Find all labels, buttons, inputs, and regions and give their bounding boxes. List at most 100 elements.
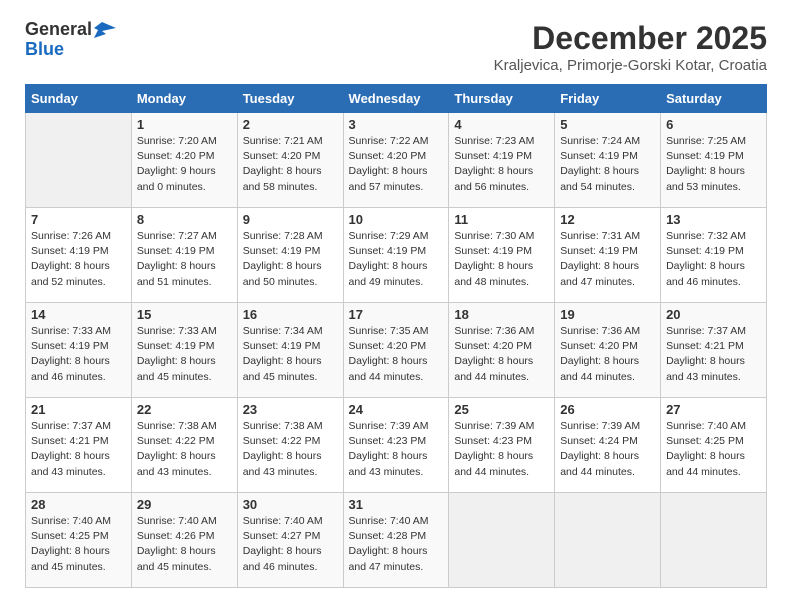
day-number: 13 [666,212,761,227]
day-number: 12 [560,212,655,227]
day-number: 20 [666,307,761,322]
calendar-cell: 18Sunrise: 7:36 AMSunset: 4:20 PMDayligh… [449,303,555,398]
day-number: 7 [31,212,126,227]
calendar-cell: 25 Sunrise: 7:39 AMSunset: 4:23 PMDayligh… [449,398,555,493]
day-info: Sunrise: 7:26 AMSunset: 4:19 PMDaylight:… [31,229,126,290]
calendar-cell: 15 Sunrise: 7:33 AMSunset: 4:19 PMDayligh… [131,303,237,398]
day-info: Sunrise: 7:39 AMSunset: 4:24 PMDaylight:… [560,419,655,480]
day-number: 24 [349,402,444,417]
month-title: December 2025 [494,20,767,57]
logo-bird-icon [94,20,116,38]
calendar-cell: 22Sunrise: 7:38 AMSunset: 4:22 PMDayligh… [131,398,237,493]
day-number: 14 [31,307,126,322]
header-thursday: Thursday [449,85,555,113]
calendar-cell: 8Sunrise: 7:27 AMSunset: 4:19 PMDaylight… [131,208,237,303]
day-number: 1 [137,117,232,132]
calendar-cell: 24Sunrise: 7:39 AMSunset: 4:23 PMDayligh… [343,398,449,493]
day-number: 5 [560,117,655,132]
day-number: 2 [243,117,338,132]
calendar-cell: 16 Sunrise: 7:34 AMSunset: 4:19 PMDayligh… [237,303,343,398]
header-wednesday: Wednesday [343,85,449,113]
day-number: 15 [137,307,232,322]
day-number: 29 [137,497,232,512]
day-info: Sunrise: 7:23 AMSunset: 4:19 PMDaylight:… [454,134,549,195]
calendar-week-row: 7 Sunrise: 7:26 AMSunset: 4:19 PMDaylight… [26,208,767,303]
calendar-cell: 31 Sunrise: 7:40 AMSunset: 4:28 PMDayligh… [343,493,449,588]
day-number: 10 [349,212,444,227]
header-sunday: Sunday [26,85,132,113]
page-header: General Blue December 2025 Kraljevica, P… [25,20,767,74]
calendar-cell: 1 Sunrise: 7:20 AMSunset: 4:20 PMDaylight… [131,113,237,208]
day-info: Sunrise: 7:33 AMSunset: 4:19 PMDaylight:… [137,324,232,385]
calendar-week-row: 21 Sunrise: 7:37 AMSunset: 4:21 PMDayligh… [26,398,767,493]
day-number: 31 [349,497,444,512]
day-info: Sunrise: 7:33 AMSunset: 4:19 PMDaylight:… [31,324,126,385]
day-number: 16 [243,307,338,322]
day-info: Sunrise: 7:30 AMSunset: 4:19 PMDaylight:… [454,229,549,290]
calendar-cell: 2 Sunrise: 7:21 AMSunset: 4:20 PMDaylight… [237,113,343,208]
day-number: 26 [560,402,655,417]
day-info: Sunrise: 7:40 AMSunset: 4:28 PMDaylight:… [349,514,444,575]
day-info: Sunrise: 7:20 AMSunset: 4:20 PMDaylight:… [137,134,232,195]
calendar-cell: 13 Sunrise: 7:32 AMSunset: 4:19 PMDayligh… [661,208,767,303]
day-number: 21 [31,402,126,417]
day-info: Sunrise: 7:37 AMSunset: 4:21 PMDaylight:… [666,324,761,385]
day-number: 22 [137,402,232,417]
day-info: Sunrise: 7:38 AMSunset: 4:22 PMDaylight:… [243,419,338,480]
calendar-week-row: 28Sunrise: 7:40 AMSunset: 4:25 PMDayligh… [26,493,767,588]
calendar-week-row: 1 Sunrise: 7:20 AMSunset: 4:20 PMDaylight… [26,113,767,208]
day-number: 19 [560,307,655,322]
calendar-cell: 29 Sunrise: 7:40 AMSunset: 4:26 PMDayligh… [131,493,237,588]
calendar-cell: 12 Sunrise: 7:31 AMSunset: 4:19 PMDayligh… [555,208,661,303]
calendar-table: SundayMondayTuesdayWednesdayThursdayFrid… [25,84,767,588]
day-info: Sunrise: 7:35 AMSunset: 4:20 PMDaylight:… [349,324,444,385]
calendar-cell [449,493,555,588]
day-info: Sunrise: 7:32 AMSunset: 4:19 PMDaylight:… [666,229,761,290]
calendar-cell: 11 Sunrise: 7:30 AMSunset: 4:19 PMDayligh… [449,208,555,303]
header-monday: Monday [131,85,237,113]
calendar-cell: 20 Sunrise: 7:37 AMSunset: 4:21 PMDayligh… [661,303,767,398]
calendar-cell [661,493,767,588]
calendar-cell: 30 Sunrise: 7:40 AMSunset: 4:27 PMDayligh… [237,493,343,588]
header-tuesday: Tuesday [237,85,343,113]
day-info: Sunrise: 7:22 AMSunset: 4:20 PMDaylight:… [349,134,444,195]
day-number: 28 [31,497,126,512]
calendar-cell [26,113,132,208]
day-number: 18 [454,307,549,322]
day-info: Sunrise: 7:37 AMSunset: 4:21 PMDaylight:… [31,419,126,480]
calendar-cell: 4Sunrise: 7:23 AMSunset: 4:19 PMDaylight… [449,113,555,208]
calendar-cell: 3Sunrise: 7:22 AMSunset: 4:20 PMDaylight… [343,113,449,208]
day-info: Sunrise: 7:31 AMSunset: 4:19 PMDaylight:… [560,229,655,290]
calendar-cell: 21 Sunrise: 7:37 AMSunset: 4:21 PMDayligh… [26,398,132,493]
calendar-cell: 6 Sunrise: 7:25 AMSunset: 4:19 PMDaylight… [661,113,767,208]
header-friday: Friday [555,85,661,113]
logo: General Blue [25,20,116,60]
day-number: 17 [349,307,444,322]
day-info: Sunrise: 7:28 AMSunset: 4:19 PMDaylight:… [243,229,338,290]
day-number: 11 [454,212,549,227]
day-info: Sunrise: 7:21 AMSunset: 4:20 PMDaylight:… [243,134,338,195]
day-number: 30 [243,497,338,512]
calendar-cell: 14 Sunrise: 7:33 AMSunset: 4:19 PMDayligh… [26,303,132,398]
calendar-cell [555,493,661,588]
day-info: Sunrise: 7:40 AMSunset: 4:25 PMDaylight:… [666,419,761,480]
location-title: Kraljevica, Primorje-Gorski Kotar, Croat… [494,57,767,74]
day-info: Sunrise: 7:40 AMSunset: 4:26 PMDaylight:… [137,514,232,575]
calendar-cell: 23 Sunrise: 7:38 AMSunset: 4:22 PMDayligh… [237,398,343,493]
day-info: Sunrise: 7:39 AMSunset: 4:23 PMDaylight:… [454,419,549,480]
day-info: Sunrise: 7:34 AMSunset: 4:19 PMDaylight:… [243,324,338,385]
day-number: 6 [666,117,761,132]
logo-blue-text: Blue [25,40,64,60]
day-number: 23 [243,402,338,417]
day-info: Sunrise: 7:40 AMSunset: 4:27 PMDaylight:… [243,514,338,575]
calendar-header-row: SundayMondayTuesdayWednesdayThursdayFrid… [26,85,767,113]
calendar-cell: 17 Sunrise: 7:35 AMSunset: 4:20 PMDayligh… [343,303,449,398]
day-info: Sunrise: 7:36 AMSunset: 4:20 PMDaylight:… [560,324,655,385]
day-info: Sunrise: 7:29 AMSunset: 4:19 PMDaylight:… [349,229,444,290]
calendar-cell: 7 Sunrise: 7:26 AMSunset: 4:19 PMDaylight… [26,208,132,303]
calendar-cell: 28Sunrise: 7:40 AMSunset: 4:25 PMDayligh… [26,493,132,588]
day-info: Sunrise: 7:25 AMSunset: 4:19 PMDaylight:… [666,134,761,195]
calendar-cell: 27Sunrise: 7:40 AMSunset: 4:25 PMDayligh… [661,398,767,493]
day-number: 25 [454,402,549,417]
day-number: 9 [243,212,338,227]
